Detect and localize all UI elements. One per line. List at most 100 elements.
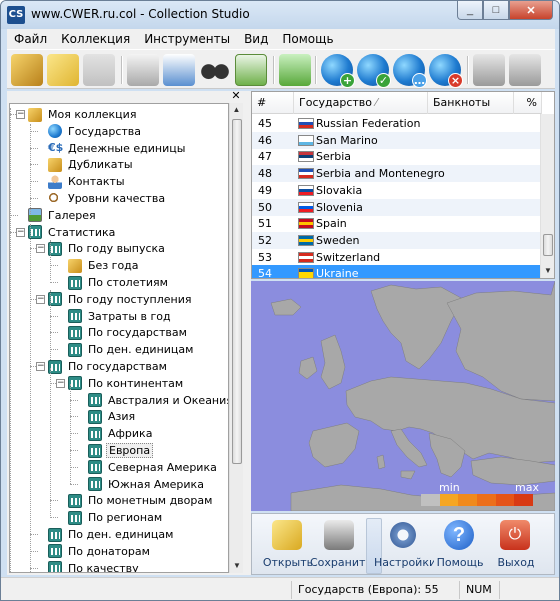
help-action-button[interactable]: ? Помощь xyxy=(430,518,490,574)
table-row[interactable]: 54 Ukraine xyxy=(252,265,542,279)
export-icon[interactable] xyxy=(509,54,541,86)
tree-item[interactable]: Контакты xyxy=(36,173,127,190)
tree-item-label: Дубликаты xyxy=(68,158,133,172)
tree-item[interactable]: По ден. единицам xyxy=(56,341,195,358)
table-row[interactable]: 47 Serbia xyxy=(252,148,542,165)
menu-view[interactable]: Вид xyxy=(237,29,275,49)
binoculars-icon[interactable] xyxy=(199,54,231,86)
tree-item[interactable]: Африка xyxy=(76,425,154,442)
settings-action-label: Настройки xyxy=(374,556,434,569)
tree-item[interactable]: Азия xyxy=(76,408,137,425)
country-name: Sweden xyxy=(316,233,360,247)
pane-close-icon[interactable]: ✕ xyxy=(230,90,242,103)
row-number: 54 xyxy=(258,267,272,279)
scroll-down-icon[interactable]: ▼ xyxy=(230,559,244,573)
column-number[interactable]: # xyxy=(252,92,294,114)
chart-icon xyxy=(68,493,82,508)
table-row[interactable]: 50 Slovenia xyxy=(252,198,542,216)
collapse-icon[interactable]: − xyxy=(36,244,45,254)
comment-country-icon[interactable]: … xyxy=(393,54,427,88)
table-row[interactable]: 49 Slovakia xyxy=(252,182,542,199)
collapse-icon[interactable]: − xyxy=(16,110,25,119)
row-number: 52 xyxy=(258,233,272,247)
tree-item[interactable]: Государства xyxy=(36,123,143,140)
chart-icon[interactable] xyxy=(235,54,267,86)
open-collection-icon[interactable] xyxy=(11,54,43,86)
collapse-icon[interactable]: − xyxy=(36,294,45,304)
table-scroll-thumb[interactable] xyxy=(543,234,553,256)
tree-item[interactable]: По регионам xyxy=(56,509,164,526)
table-scroll-down-icon[interactable]: ▼ xyxy=(541,264,554,278)
flag-icon xyxy=(298,268,314,278)
delete-country-icon[interactable]: × xyxy=(429,54,463,88)
tree-item[interactable]: По качеству xyxy=(36,560,141,572)
tree-item[interactable]: Галерея xyxy=(16,207,98,224)
close-window-button[interactable]: ✕ xyxy=(509,1,553,20)
menu-bar: Файл Коллекция Инструменты Вид Помощь xyxy=(7,29,555,49)
collapse-icon[interactable]: − xyxy=(16,227,25,237)
save-action-button[interactable]: Сохранить xyxy=(310,518,370,574)
europe-map[interactable]: min max xyxy=(251,281,555,511)
table-row[interactable]: 53 Switzerland xyxy=(252,249,542,266)
tree-item[interactable]: €$ Денежные единицы xyxy=(36,140,187,157)
tree-item[interactable]: Австралия и Океания xyxy=(76,392,228,409)
flag-icon xyxy=(298,234,314,246)
add-item-icon[interactable] xyxy=(279,54,311,86)
table-row[interactable]: 45 Russian Federation xyxy=(252,115,542,132)
tree-item[interactable]: По ден. единицам xyxy=(36,526,175,543)
scroll-thumb[interactable] xyxy=(232,119,242,464)
menu-collection[interactable]: Коллекция xyxy=(54,29,137,49)
print-preview-icon[interactable] xyxy=(163,54,195,86)
tree-item[interactable]: Европа xyxy=(76,442,154,459)
table-row[interactable]: 52 Sweden xyxy=(252,231,542,249)
table-row[interactable]: 51 Spain xyxy=(252,215,542,232)
import-icon[interactable] xyxy=(473,54,505,86)
status-empty-panel xyxy=(9,581,291,599)
tree-item[interactable]: − По году поступления xyxy=(36,291,193,308)
column-country[interactable]: Государство ⁄ xyxy=(294,92,428,114)
print-icon[interactable] xyxy=(127,54,159,86)
chart-icon xyxy=(68,510,82,525)
column-percent[interactable]: % xyxy=(514,92,542,114)
tree-item[interactable]: Дубликаты xyxy=(36,156,135,173)
table-row[interactable]: 48 Serbia and Montenegro xyxy=(252,165,542,183)
tree-item[interactable]: Без года xyxy=(56,257,141,274)
collapse-icon[interactable]: − xyxy=(36,362,45,371)
maximize-button[interactable]: □ xyxy=(483,1,509,20)
tree-item[interactable]: Южная Америка xyxy=(76,476,206,493)
tree-item[interactable]: По донаторам xyxy=(36,543,152,560)
tree-connector xyxy=(50,368,51,518)
tree-item[interactable]: По монетным дворам xyxy=(56,492,214,509)
table-scrollbar[interactable]: ▼ xyxy=(540,114,554,278)
tree-item[interactable]: − По континентам xyxy=(56,375,185,392)
tree-item-label: Европа xyxy=(106,443,154,458)
menu-file[interactable]: Файл xyxy=(7,29,54,49)
menu-tools[interactable]: Инструменты xyxy=(137,29,237,49)
menu-help[interactable]: Помощь xyxy=(275,29,340,49)
save-disk-icon[interactable] xyxy=(83,54,115,86)
table-row[interactable]: 46 San Marino xyxy=(252,131,542,149)
tree-scrollbar[interactable]: ▲ ▼ xyxy=(229,103,243,573)
exit-action-button[interactable]: ⏻ Выход xyxy=(486,518,546,574)
scroll-up-icon[interactable]: ▲ xyxy=(230,103,243,117)
add-country-icon[interactable]: + xyxy=(321,54,355,88)
tree-item[interactable]: Северная Америка xyxy=(76,459,219,476)
open-action-button[interactable]: Открыть xyxy=(258,518,318,574)
tree-item[interactable]: Затраты в год xyxy=(56,308,173,325)
tree-item[interactable]: По государствам xyxy=(56,324,189,341)
tree-item[interactable]: Уровни качества xyxy=(36,190,167,207)
tree-connector xyxy=(50,290,51,360)
tree-item-label: Африка xyxy=(108,427,153,441)
tree-item[interactable]: По столетиям xyxy=(56,274,170,291)
tree-item[interactable]: − По году выпуска xyxy=(36,240,167,257)
collapse-icon[interactable]: − xyxy=(56,378,65,388)
minimize-button[interactable]: _ xyxy=(457,1,483,20)
tree-item[interactable]: − Моя коллекция xyxy=(16,106,138,123)
column-banknotes[interactable]: Банкноты xyxy=(428,92,514,114)
tree-item[interactable]: − Статистика xyxy=(16,224,117,241)
settings-action-button[interactable]: Настройки xyxy=(374,518,434,574)
open-folder-icon[interactable] xyxy=(47,54,79,86)
edit-country-icon[interactable]: ✓ xyxy=(357,54,391,88)
tree-item[interactable]: − По государствам xyxy=(36,358,169,375)
status-num-indicator: NUM xyxy=(459,581,499,599)
